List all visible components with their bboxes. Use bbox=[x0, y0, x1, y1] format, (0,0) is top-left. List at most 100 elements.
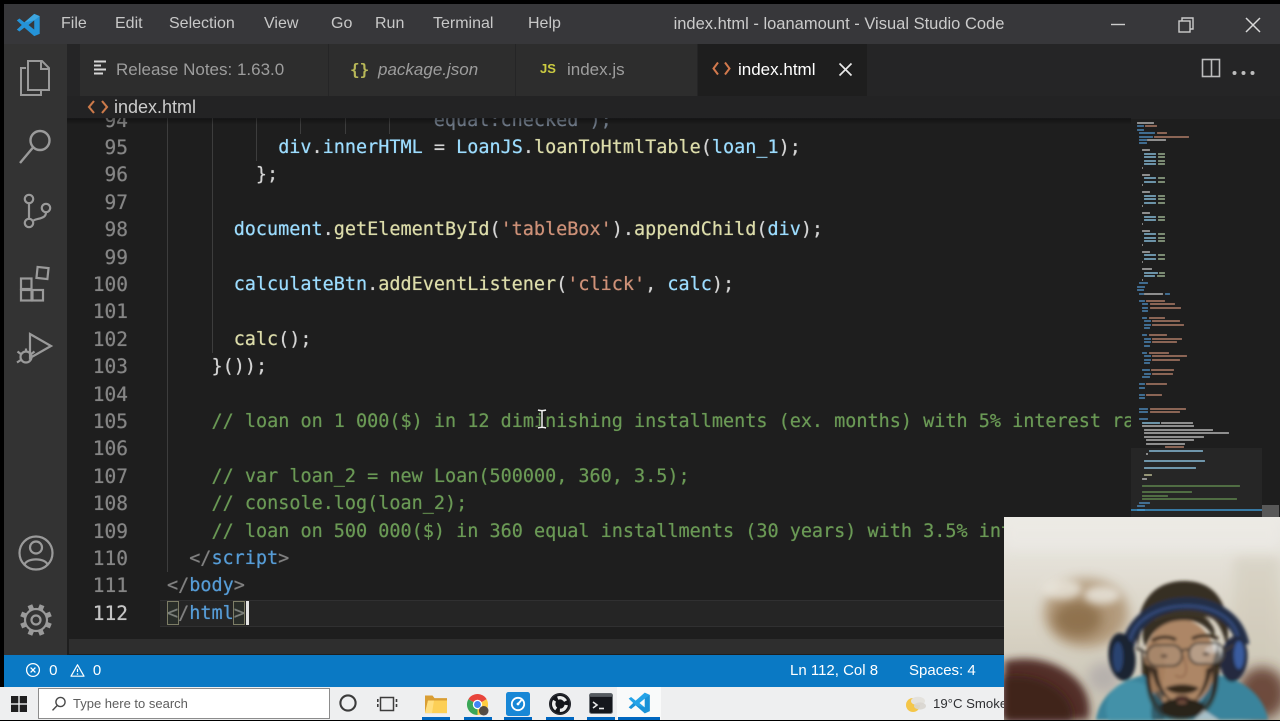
menu-edit[interactable]: Edit bbox=[115, 4, 143, 44]
scroll-shadow bbox=[67, 118, 1131, 125]
start-button[interactable] bbox=[0, 687, 38, 720]
menu-terminal[interactable]: Terminal bbox=[433, 4, 493, 44]
minimap-line bbox=[1143, 292, 1164, 295]
running-indicator bbox=[587, 716, 615, 720]
search-glass-icon bbox=[51, 696, 66, 711]
vscode-taskbar-button[interactable] bbox=[617, 687, 661, 720]
vscode-logo bbox=[16, 13, 40, 37]
split-editor-button[interactable] bbox=[1201, 58, 1222, 84]
settings-gear-icon[interactable] bbox=[4, 599, 67, 646]
minimap-line bbox=[1154, 135, 1189, 138]
cursor-position[interactable]: Ln 112, Col 8 bbox=[790, 655, 878, 687]
close-button[interactable] bbox=[1224, 4, 1280, 44]
indent-guide bbox=[211, 216, 213, 244]
minimap-line bbox=[1141, 212, 1150, 215]
menu-go[interactable]: Go bbox=[331, 4, 352, 44]
more-actions-button[interactable] bbox=[1231, 64, 1257, 82]
window-title: index.html - loanamount - Visual Studio … bbox=[673, 15, 1005, 33]
horizontal-scrollbar[interactable] bbox=[69, 639, 1131, 654]
html-file-icon bbox=[87, 100, 109, 114]
minimap-line bbox=[1143, 460, 1205, 463]
minimap-line bbox=[1157, 219, 1165, 222]
problems-status[interactable]: 0 0 bbox=[25, 655, 101, 687]
minimap-line bbox=[1141, 205, 1143, 208]
minimap-line bbox=[1143, 219, 1157, 222]
tab-index.html[interactable]: index.html bbox=[698, 44, 868, 96]
cortana-icon[interactable] bbox=[338, 693, 358, 718]
line-number: 100 bbox=[92, 273, 128, 296]
minimap-line bbox=[1156, 132, 1167, 135]
minimap-line bbox=[1137, 289, 1144, 292]
minimap-slider[interactable] bbox=[1131, 448, 1262, 517]
minimap-line bbox=[1141, 149, 1150, 152]
minimap-line bbox=[1157, 156, 1165, 159]
menu-selection[interactable]: Selection bbox=[169, 4, 235, 44]
code-line-107: // var loan_2 = new Loan(500000, 360, 3.… bbox=[211, 465, 690, 487]
minimap-line bbox=[1141, 184, 1143, 187]
minimap-line bbox=[1157, 254, 1165, 257]
tab-package.json[interactable]: {} package.json bbox=[329, 44, 516, 96]
code-line-110: </script> bbox=[189, 548, 290, 569]
minimize-button[interactable] bbox=[1089, 4, 1147, 44]
search-icon[interactable] bbox=[4, 127, 67, 172]
minimap-line bbox=[1141, 306, 1149, 309]
minimap-line bbox=[1148, 351, 1170, 354]
explorer-icon[interactable] bbox=[4, 55, 67, 106]
terminal-icon[interactable] bbox=[589, 693, 613, 719]
menu-view[interactable]: View bbox=[264, 4, 298, 44]
menu-file[interactable]: File bbox=[61, 4, 87, 44]
accounts-icon[interactable] bbox=[4, 532, 67, 579]
running-indicator bbox=[464, 716, 492, 720]
restore-button[interactable] bbox=[1158, 4, 1216, 44]
minimap-line bbox=[1141, 494, 1168, 497]
indent-guide bbox=[167, 435, 168, 463]
run-debug-icon[interactable] bbox=[4, 327, 67, 374]
minimap-line bbox=[1149, 306, 1181, 309]
minimap-line bbox=[1141, 334, 1148, 337]
tab-label: index.js bbox=[567, 60, 625, 79]
breadcrumb[interactable]: index.html bbox=[67, 96, 1280, 119]
code-line-100: calculateBtn.addEventListener('click', c… bbox=[233, 274, 735, 295]
minimap-line bbox=[1143, 337, 1151, 340]
indent-guide bbox=[211, 243, 213, 271]
weather-icon[interactable] bbox=[903, 693, 927, 720]
file-explorer-icon[interactable] bbox=[424, 693, 448, 719]
braces-icon: {} bbox=[350, 60, 370, 79]
taskbar-search[interactable]: Type here to search bbox=[38, 688, 330, 719]
indent-guide bbox=[167, 517, 168, 545]
tab-index.js[interactable]: JS index.js bbox=[516, 44, 698, 96]
indent-guide bbox=[211, 271, 213, 299]
source-control-icon[interactable] bbox=[4, 191, 67, 236]
extensions-icon[interactable] bbox=[4, 262, 67, 307]
minimap-line bbox=[1143, 355, 1151, 358]
code-editor[interactable]: 94'equal:checked');95div.innerHTML = Loa… bbox=[67, 118, 1131, 655]
vertical-scrollbar[interactable] bbox=[1262, 505, 1279, 517]
indentation-status[interactable]: Spaces: 4 bbox=[909, 655, 976, 687]
line-number: 112 bbox=[92, 601, 128, 625]
tab-bar: Release Notes: 1.63.0 {} package.json JS ind… bbox=[4, 44, 1280, 96]
minimap-line bbox=[1143, 257, 1157, 260]
minimap-line bbox=[1158, 271, 1165, 274]
menu-run[interactable]: Run bbox=[375, 4, 404, 44]
menu-help[interactable]: Help bbox=[528, 4, 561, 44]
minimap-line bbox=[1157, 159, 1165, 162]
activity-bar bbox=[4, 44, 67, 655]
minimap-line bbox=[1145, 125, 1157, 128]
video-border-top bbox=[0, 0, 1280, 4]
weather-text[interactable]: 19°C Smoke bbox=[933, 687, 1007, 720]
minimap-line bbox=[1139, 386, 1146, 389]
video-border-left bbox=[0, 0, 4, 687]
tab-close-icon[interactable] bbox=[837, 61, 854, 83]
breadcrumb-file[interactable]: index.html bbox=[114, 96, 196, 119]
tab-release-notes-1.63.0[interactable]: Release Notes: 1.63.0 bbox=[80, 44, 329, 96]
minimap-line bbox=[1148, 449, 1203, 452]
html-icon bbox=[712, 60, 731, 80]
minimap-line bbox=[1157, 152, 1165, 155]
minimap-line bbox=[1141, 303, 1149, 306]
minimap-line bbox=[1143, 467, 1196, 470]
minimap-line bbox=[1141, 166, 1143, 169]
minimap-line bbox=[1141, 173, 1150, 176]
task-view-icon[interactable] bbox=[377, 695, 399, 718]
minimap-line bbox=[1149, 407, 1187, 410]
indent-guide bbox=[167, 490, 168, 518]
